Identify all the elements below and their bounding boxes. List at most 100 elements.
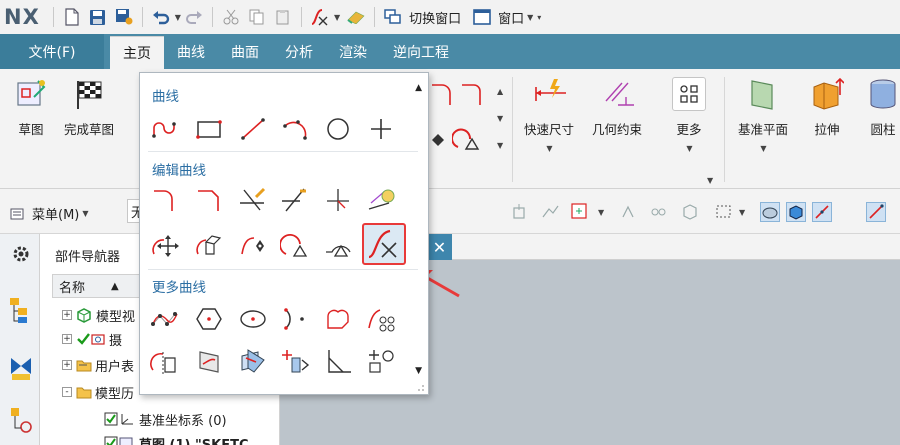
- expand-icon[interactable]: +: [62, 334, 72, 344]
- resize-chamfer-curve-icon[interactable]: [278, 230, 312, 260]
- ribbon-group-dropdown-icon[interactable]: ▼: [707, 176, 713, 185]
- snap-icon[interactable]: [510, 202, 530, 222]
- cut-icon[interactable]: [221, 7, 241, 27]
- extrude-button[interactable]: 拉伸: [810, 77, 844, 138]
- shaded-cube-icon[interactable]: [786, 202, 806, 222]
- move-curve-icon[interactable]: [148, 230, 182, 260]
- ellipse-icon[interactable]: [236, 304, 270, 334]
- line-select-icon[interactable]: [866, 202, 886, 222]
- window-label[interactable]: 窗口: [498, 8, 524, 27]
- tab-render[interactable]: 渲染: [326, 34, 380, 69]
- rapid-dimension-button[interactable]: 快速尺寸 ▼: [524, 77, 574, 153]
- checkbox-checked-icon[interactable]: [104, 436, 118, 445]
- redo-icon[interactable]: [184, 7, 204, 27]
- new-file-icon[interactable]: [62, 7, 82, 27]
- datum-plane-button[interactable]: 基准平面 ▼: [738, 77, 788, 153]
- select-curve-icon[interactable]: [540, 202, 560, 222]
- fillet-icon[interactable]: [148, 185, 182, 215]
- save-icon[interactable]: [88, 7, 108, 27]
- switch-window-label[interactable]: 切换窗口: [409, 8, 461, 27]
- rectangle-select-dropdown-icon[interactable]: ▼: [739, 208, 745, 217]
- finish-sketch-button[interactable]: 完成草图: [64, 77, 114, 138]
- point-snap-icon[interactable]: [618, 202, 638, 222]
- ribbon-gallery-more-icon[interactable]: ▼: [497, 114, 503, 123]
- cylinder-button[interactable]: 圆柱: [866, 77, 900, 138]
- tab-surface[interactable]: 曲面: [218, 34, 272, 69]
- sketch-button[interactable]: 草图: [14, 77, 48, 138]
- tree-row-user-expressions[interactable]: + 用户表: [62, 354, 134, 376]
- gallery-scroll-down-icon[interactable]: ▼: [415, 366, 422, 376]
- project-curve-icon[interactable]: [192, 346, 226, 376]
- fillet-loop-icon[interactable]: [321, 304, 355, 334]
- ribbon-gallery-expand-icon[interactable]: ▼: [497, 141, 503, 150]
- circle-icon[interactable]: [321, 114, 355, 144]
- chamfer-icon[interactable]: [192, 185, 226, 215]
- trim-recipe-curve-icon[interactable]: [310, 7, 330, 27]
- checkbox-checked-icon[interactable]: [104, 412, 118, 426]
- window-icon[interactable]: [472, 7, 492, 27]
- undo-icon[interactable]: [151, 7, 171, 27]
- studio-spline-icon[interactable]: [148, 304, 182, 334]
- mirror-curve-icon[interactable]: [148, 346, 182, 376]
- eraser-icon[interactable]: [346, 7, 366, 27]
- resize-curve-icon[interactable]: [450, 125, 484, 155]
- tree-row-sketch[interactable]: 草图 (1) "SKETC: [104, 432, 248, 445]
- quick-extend-icon[interactable]: [278, 185, 312, 215]
- expand-icon[interactable]: +: [62, 310, 72, 320]
- expand-icon[interactable]: +: [62, 360, 72, 370]
- switch-window-icon[interactable]: [383, 7, 403, 27]
- three-point-arc-icon[interactable]: [278, 114, 312, 144]
- rapid-dimension-dropdown-icon[interactable]: ▼: [546, 144, 552, 153]
- polygon-icon[interactable]: [192, 304, 226, 334]
- chamfer-icon[interactable]: [455, 79, 489, 109]
- filter-icon[interactable]: [648, 202, 668, 222]
- assembly-navigator-icon[interactable]: [8, 406, 34, 434]
- tree-row-datum-csys[interactable]: 基准坐标系 (0): [104, 408, 227, 430]
- copy-icon[interactable]: [247, 7, 267, 27]
- tab-curve[interactable]: 曲线: [164, 34, 218, 69]
- tab-file[interactable]: 文件(F): [0, 34, 104, 69]
- datum-plane-dropdown-icon[interactable]: ▼: [760, 144, 766, 153]
- conic-icon[interactable]: [278, 304, 312, 334]
- curve-select-icon[interactable]: [812, 202, 832, 222]
- gallery-scroll-up-icon[interactable]: ▲: [415, 83, 422, 93]
- window-dropdown-icon[interactable]: ▼: [527, 13, 533, 22]
- rectangle-select-icon[interactable]: [714, 202, 734, 222]
- selection-scope-dropdown-icon[interactable]: ▼: [598, 208, 604, 217]
- ribbon-gallery-up-icon[interactable]: ▲: [497, 87, 503, 96]
- resize-curve-icon[interactable]: [236, 230, 270, 260]
- point-icon[interactable]: [364, 114, 398, 144]
- intersection-curve-icon[interactable]: [236, 346, 270, 376]
- make-corner-icon[interactable]: [321, 185, 355, 215]
- close-document-icon[interactable]: ✕: [427, 234, 452, 260]
- part-navigator-icon[interactable]: [8, 296, 34, 324]
- tab-reverse-engineering[interactable]: 逆向工程: [380, 34, 462, 69]
- tree-row-model-history[interactable]: - 模型历: [62, 381, 134, 403]
- delete-curve-icon[interactable]: [321, 230, 355, 260]
- derived-lines-icon[interactable]: [364, 185, 398, 215]
- selection-scope-icon[interactable]: [570, 202, 590, 222]
- line-icon[interactable]: [236, 114, 270, 144]
- rectangle-icon[interactable]: [192, 114, 226, 144]
- customize-qat-icon[interactable]: ▾: [537, 13, 541, 22]
- collapse-icon[interactable]: -: [62, 387, 72, 397]
- show-shaded-icon[interactable]: [760, 202, 780, 222]
- paste-icon[interactable]: [273, 7, 293, 27]
- constraint-navigator-icon[interactable]: [8, 354, 34, 382]
- component-filter-icon[interactable]: [680, 202, 700, 222]
- undo-dropdown-icon[interactable]: ▼: [175, 13, 181, 22]
- trim-corner-icon[interactable]: [321, 346, 355, 376]
- tab-home[interactable]: 主页: [110, 36, 164, 69]
- arc-curve-icon[interactable]: [148, 114, 182, 144]
- more-dropdown-icon[interactable]: ▼: [686, 144, 692, 153]
- pattern-curve-icon[interactable]: [364, 304, 398, 334]
- menu-button[interactable]: 菜单(M) ▼: [10, 204, 89, 223]
- offset-move-curve-icon[interactable]: [192, 230, 226, 260]
- trim-recipe-curve-icon[interactable]: [362, 223, 406, 265]
- tree-row-model-views[interactable]: + 模型视: [62, 304, 135, 326]
- dropdown-arrow-icon[interactable]: ▼: [334, 13, 340, 22]
- settings-gear-icon[interactable]: [8, 240, 34, 268]
- fillet-icon[interactable]: [425, 79, 459, 109]
- tree-row-cameras[interactable]: + 摄: [62, 328, 122, 350]
- geometric-constraints-button[interactable]: 几何约束: [592, 77, 642, 138]
